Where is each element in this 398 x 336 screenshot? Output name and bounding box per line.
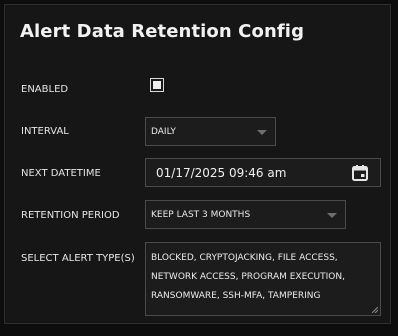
- enabled-label: ENABLED: [21, 84, 69, 95]
- resize-grip-icon[interactable]: [372, 307, 378, 313]
- alert-retention-config-panel: Alert Data Retention Config ENABLED INTE…: [4, 4, 391, 324]
- next-datetime-label: NEXT DATETIME: [21, 168, 101, 179]
- checkbox-checked-mark: [153, 81, 161, 89]
- panel-title: Alert Data Retention Config: [20, 21, 305, 42]
- interval-select[interactable]: DAILY: [145, 117, 276, 146]
- chevron-down-icon: [327, 212, 337, 218]
- calendar-icon[interactable]: [351, 164, 369, 182]
- chevron-down-icon: [257, 129, 267, 135]
- alert-types-multiselect[interactable]: BLOCKED, CRYPTOJACKING, FILE ACCESS, NET…: [145, 242, 381, 316]
- alert-types-label: SELECT ALERT TYPE(S): [21, 253, 135, 264]
- retention-period-label: RETENTION PERIOD: [21, 210, 120, 221]
- enabled-checkbox[interactable]: [150, 78, 164, 92]
- interval-selected-value: DAILY: [151, 126, 176, 137]
- retention-period-select[interactable]: KEEP LAST 3 MONTHS: [145, 200, 346, 229]
- retention-period-selected-value: KEEP LAST 3 MONTHS: [151, 209, 251, 220]
- interval-label: INTERVAL: [21, 126, 69, 137]
- alert-types-selected-values: BLOCKED, CRYPTOJACKING, FILE ACCESS, NET…: [151, 253, 345, 301]
- next-datetime-input[interactable]: 01/17/2025 09:46 am: [145, 158, 381, 187]
- next-datetime-value: 01/17/2025 09:46 am: [156, 165, 287, 180]
